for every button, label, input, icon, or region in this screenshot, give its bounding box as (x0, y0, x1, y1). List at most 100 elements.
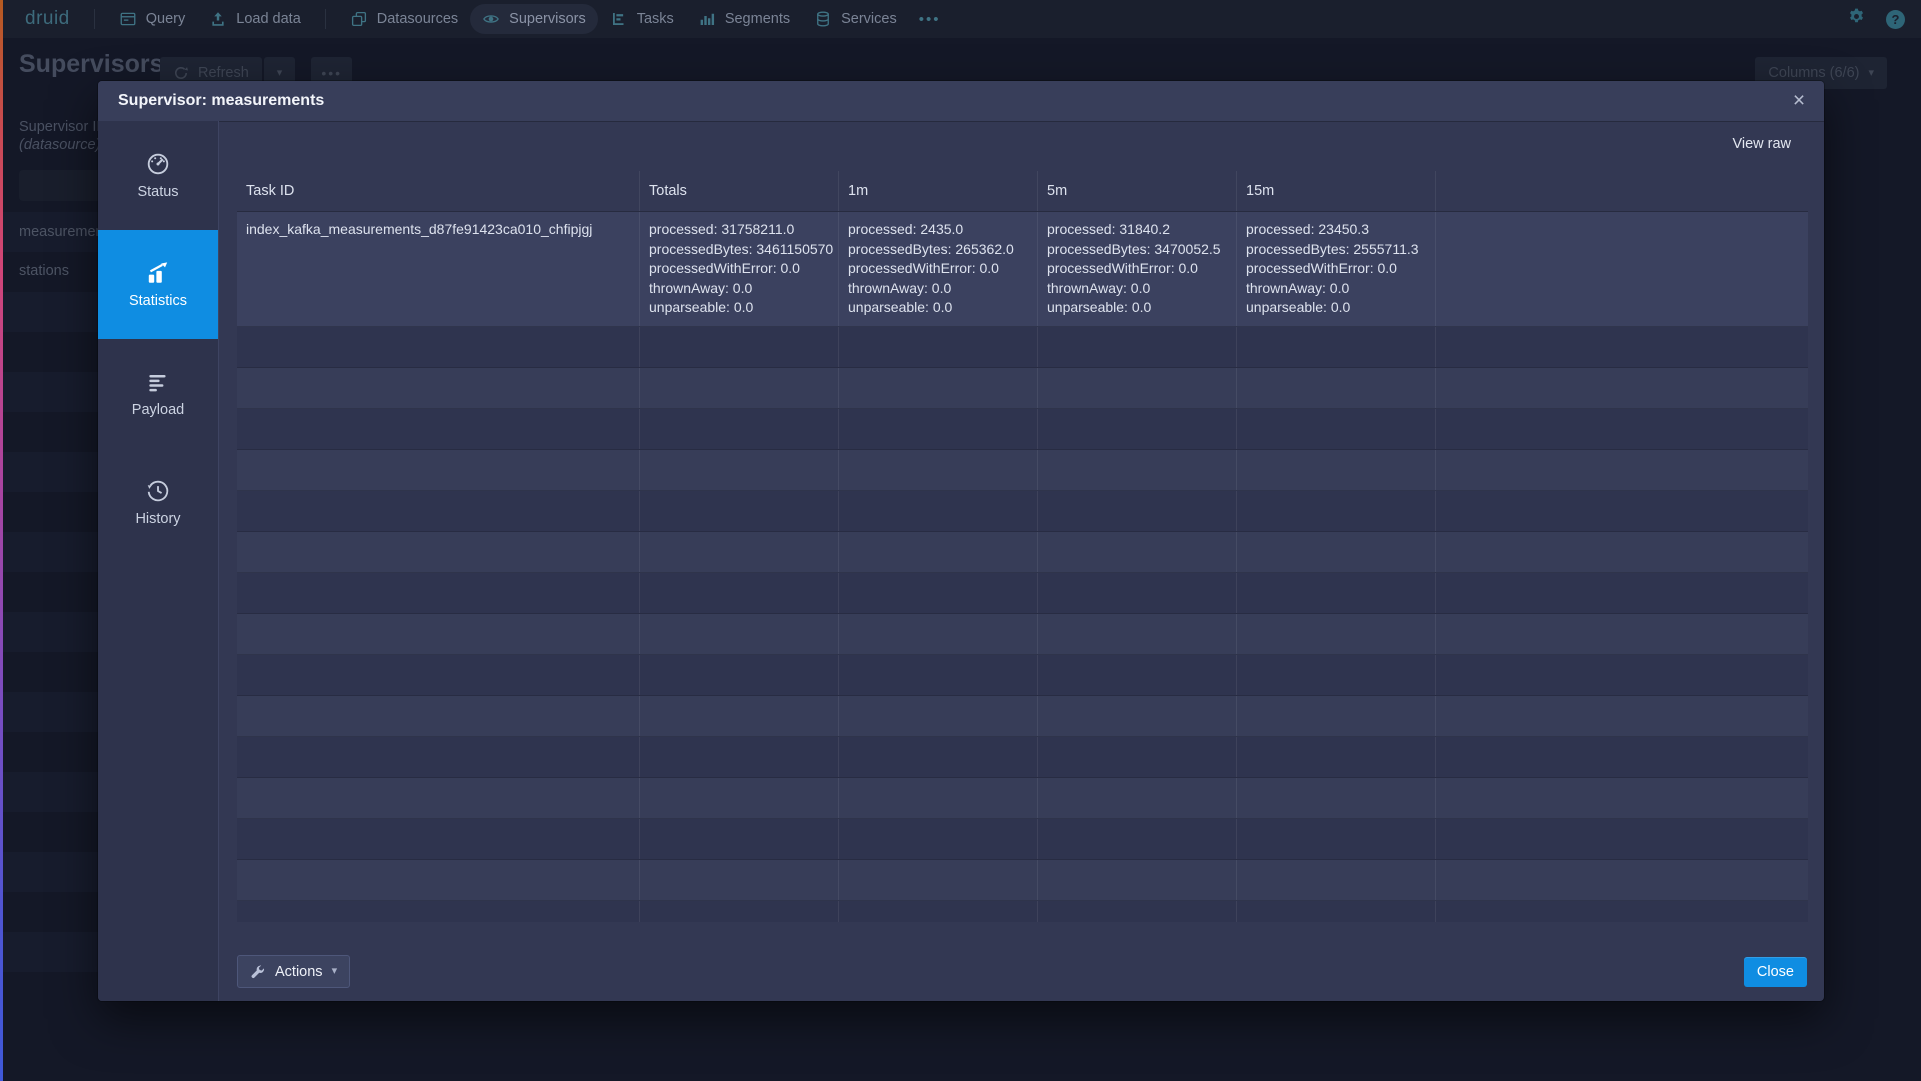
table-empty-row (237, 696, 1808, 737)
nav-divider (325, 9, 326, 29)
nav-label: Supervisors (509, 11, 586, 27)
console-icon (119, 10, 137, 28)
statistics-table: Task ID Totals 1m 5m 15m index_kafka_mea… (237, 171, 1808, 922)
help-icon[interactable]: ? (1886, 10, 1905, 29)
datasources-icon (350, 10, 368, 28)
align-left-icon (145, 369, 171, 395)
dialog-side-tabs: Status Statistics (98, 121, 219, 1001)
page-title: Supervisors (19, 50, 164, 79)
supervisor-id-column-header[interactable]: Supervisor ID (datasource) (19, 118, 107, 154)
tab-label: Statistics (129, 293, 187, 309)
column-header-sublabel: (datasource) (19, 136, 107, 154)
logo-text: druid (25, 8, 70, 30)
nav-label: Services (841, 11, 897, 27)
history-icon (145, 478, 171, 504)
column-header-label: Supervisor ID (19, 118, 107, 136)
nav-label: Segments (725, 11, 790, 27)
refresh-label: Refresh (198, 65, 249, 81)
nav-item-query[interactable]: Query (107, 4, 198, 34)
table-row: index_kafka_measurements_d87fe91423ca010… (237, 212, 1808, 327)
nav-divider (94, 9, 95, 29)
tab-statistics[interactable]: Statistics (98, 230, 218, 339)
nav-item-load-data[interactable]: Load data (197, 4, 313, 34)
table-empty-row (237, 491, 1808, 532)
table-empty-row (237, 368, 1808, 409)
supervisor-row-stations[interactable]: stations (19, 263, 69, 279)
tab-label: Status (137, 184, 178, 200)
table-empty-row (237, 819, 1808, 860)
chart-icon (145, 260, 171, 286)
nav-label: Tasks (637, 11, 674, 27)
column-header-totals[interactable]: Totals (639, 171, 838, 211)
dialog-title: Supervisor: measurements (118, 92, 324, 110)
dialog-footer: Actions ▾ Close (237, 955, 1807, 988)
table-empty-row (237, 532, 1808, 573)
nav-right-icons: ? (1847, 7, 1905, 31)
top-nav: druid Query Load data Datasources (0, 0, 1921, 38)
nav-item-tasks[interactable]: Tasks (598, 4, 686, 34)
druid-logo[interactable]: druid (16, 8, 70, 30)
chevron-down-icon: ▾ (277, 68, 283, 79)
bar-chart-icon (698, 10, 716, 28)
tab-payload[interactable]: Payload (98, 339, 218, 448)
eye-icon (482, 10, 500, 28)
nav-item-supervisors[interactable]: Supervisors (470, 4, 598, 34)
table-empty-row (237, 327, 1808, 368)
dialog-body: Status Statistics (98, 121, 1824, 1001)
tab-label: History (135, 511, 180, 527)
column-header-15m[interactable]: 15m (1236, 171, 1435, 211)
chevron-down-icon: ▾ (1868, 68, 1874, 79)
nav-label: Load data (236, 11, 301, 27)
close-icon[interactable]: × (1784, 86, 1814, 116)
columns-label: Columns (6/6) (1768, 65, 1859, 81)
table-empty-row (237, 778, 1808, 819)
table-empty-row (237, 655, 1808, 696)
column-header-task-id[interactable]: Task ID (237, 171, 639, 211)
refresh-icon (173, 65, 189, 81)
nav-label: Query (146, 11, 186, 27)
column-header-1m[interactable]: 1m (838, 171, 1037, 211)
nav-item-services[interactable]: Services (802, 4, 909, 34)
table-empty-row (237, 409, 1808, 450)
table-empty-row (237, 614, 1808, 655)
window-15m-cell: processed: 23450.3 processedBytes: 25557… (1236, 212, 1435, 326)
column-header-5m[interactable]: 5m (1037, 171, 1236, 211)
upload-icon (209, 10, 227, 28)
totals-cell: processed: 31758211.0 processedBytes: 34… (639, 212, 838, 326)
database-icon (814, 10, 832, 28)
table-header-row: Task ID Totals 1m 5m 15m (237, 171, 1808, 212)
actions-button[interactable]: Actions ▾ (237, 955, 350, 988)
dialog-header: Supervisor: measurements × (98, 81, 1824, 121)
wrench-icon (250, 964, 266, 980)
chevron-down-icon: ▾ (332, 966, 338, 977)
tab-history[interactable]: History (98, 448, 218, 557)
dialog-content: View raw Task ID Totals 1m 5m 15m index_… (219, 121, 1824, 1001)
actions-label: Actions (275, 964, 323, 980)
column-header-blank (1435, 171, 1808, 211)
nav-item-datasources[interactable]: Datasources (338, 4, 470, 34)
table-empty-rows (237, 327, 1808, 923)
nav-item-segments[interactable]: Segments (686, 4, 802, 34)
table-empty-row (237, 573, 1808, 614)
gantt-icon (610, 10, 628, 28)
tab-status[interactable]: Status (98, 121, 218, 230)
nav-overflow-button[interactable]: ••• (909, 11, 951, 28)
close-button[interactable]: Close (1744, 957, 1807, 987)
screen: druid Query Load data Datasources (0, 0, 1921, 1081)
table-empty-row (237, 860, 1808, 901)
gauge-icon (145, 151, 171, 177)
table-empty-row (237, 901, 1808, 923)
background-table-stripes (0, 212, 98, 1004)
tab-label: Payload (132, 402, 184, 418)
view-raw-link[interactable]: View raw (1732, 136, 1791, 152)
task-id-cell[interactable]: index_kafka_measurements_d87fe91423ca010… (237, 212, 639, 326)
gear-icon[interactable] (1847, 7, 1866, 31)
table-empty-row (237, 737, 1808, 778)
window-5m-cell: processed: 31840.2 processedBytes: 34700… (1037, 212, 1236, 326)
supervisor-dialog: Supervisor: measurements × (98, 81, 1824, 1001)
table-empty-row (237, 450, 1808, 491)
nav-label: Datasources (377, 11, 458, 27)
screen-edge-gradient (0, 0, 3, 1081)
blank-cell (1435, 212, 1808, 326)
window-1m-cell: processed: 2435.0 processedBytes: 265362… (838, 212, 1037, 326)
